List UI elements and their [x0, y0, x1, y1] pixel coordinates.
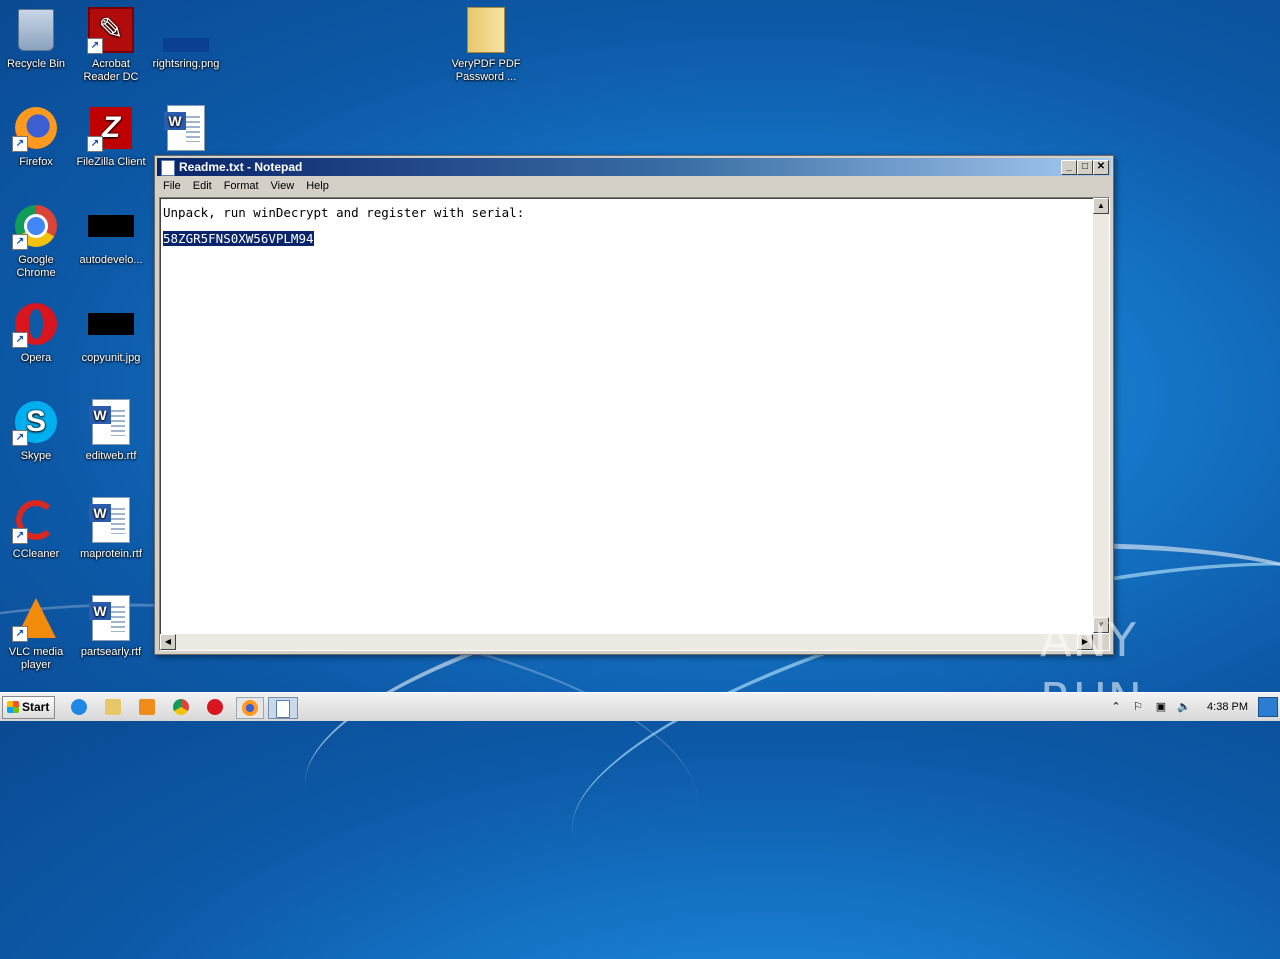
selected-serial-text[interactable]: 58ZGR5FNS0XW56VPLM94	[163, 231, 314, 246]
scroll-left-button[interactable]: ◀	[160, 634, 176, 650]
notepad-icon	[161, 160, 175, 176]
desktop-icon-maprotein[interactable]: W maprotein.rtf	[73, 496, 149, 561]
recycle-bin-icon	[18, 9, 54, 51]
shortcut-arrow-icon: ↗	[12, 528, 28, 544]
chrome-icon	[173, 699, 189, 715]
shortcut-arrow-icon: ↗	[87, 38, 103, 54]
taskbar-media-player[interactable]	[136, 697, 158, 717]
taskbar: Start ⌃ ⚐ ▣ 🔈 4:38 PM	[0, 692, 1280, 721]
desktop-icon-vlc[interactable]: ↗ VLC media player	[0, 594, 74, 672]
notepad-window[interactable]: Readme.txt - Notepad _ □ ✕ File Edit Forma…	[154, 155, 1114, 655]
network-icon[interactable]: ▣	[1154, 701, 1168, 713]
shortcut-arrow-icon: ↗	[12, 430, 28, 446]
maximize-button[interactable]: □	[1077, 160, 1093, 175]
desktop-icon-verypdf[interactable]: VeryPDF PDF Password ...	[448, 6, 524, 84]
menu-view[interactable]: View	[265, 177, 301, 196]
desktop-icon-filezilla[interactable]: Z ↗ FileZilla Client	[73, 104, 149, 169]
desktop-icon-recycle-bin[interactable]: Recycle Bin	[0, 6, 74, 71]
start-button[interactable]: Start	[2, 696, 55, 719]
shortcut-arrow-icon: ↗	[12, 136, 28, 152]
minimize-button[interactable]: _	[1061, 160, 1077, 175]
internet-explorer-icon	[71, 699, 87, 715]
desktop-icon-ccleaner[interactable]: ↗ CCleaner	[0, 496, 74, 561]
folder-icon	[105, 699, 121, 715]
desktop-icon-editweb[interactable]: W editweb.rtf	[73, 398, 149, 463]
opera-icon	[207, 699, 223, 715]
media-player-icon	[139, 699, 155, 715]
action-center-flag-icon[interactable]: ⚐	[1131, 701, 1145, 713]
shortcut-arrow-icon: ↗	[12, 626, 28, 642]
menu-help[interactable]: Help	[300, 177, 335, 196]
scroll-up-button[interactable]: ▲	[1093, 198, 1109, 214]
taskbar-firefox[interactable]	[236, 697, 264, 719]
shortcut-arrow-icon: ↗	[12, 332, 28, 348]
image-file-icon	[163, 38, 209, 52]
desktop-icon-firefox[interactable]: ↗ Firefox	[0, 104, 74, 169]
horizontal-scrollbar[interactable]: ◀ ▶	[160, 634, 1093, 650]
title-bar[interactable]: Readme.txt - Notepad _ □ ✕	[157, 158, 1111, 176]
image-file-icon	[88, 313, 134, 335]
taskbar-opera[interactable]	[204, 697, 226, 717]
desktop-icon-rightsring[interactable]: rightsring.png	[148, 6, 224, 71]
notepad-icon	[276, 700, 290, 718]
shortcut-arrow-icon: ↗	[12, 234, 28, 250]
firefox-icon	[242, 700, 258, 716]
menu-bar: File Edit Format View Help	[157, 177, 1111, 196]
word-document-icon: W	[89, 399, 130, 445]
taskbar-notepad[interactable]	[268, 697, 298, 719]
word-document-icon: W	[89, 497, 130, 543]
desktop-icon-partsearly[interactable]: W partsearly.rtf	[73, 594, 149, 659]
desktop-icon-word-doc[interactable]: W	[148, 104, 224, 156]
taskbar-chrome[interactable]	[170, 697, 192, 717]
desktop-icon-acrobat[interactable]: ✎ ↗ Acrobat Reader DC	[73, 6, 149, 84]
desktop-icon-autodevelo[interactable]: autodevelo...	[73, 202, 149, 267]
shortcut-arrow-icon: ↗	[87, 136, 103, 152]
folder-icon	[467, 7, 505, 53]
menu-file[interactable]: File	[157, 177, 187, 196]
windows-logo-icon	[7, 701, 19, 713]
desktop-icon-chrome[interactable]: ↗ Google Chrome	[0, 202, 74, 280]
anyrun-watermark: ANY RUN	[1040, 613, 1142, 727]
word-document-icon: W	[89, 595, 130, 641]
show-desktop-button[interactable]	[1258, 697, 1278, 717]
desktop-icon-skype[interactable]: S ↗ Skype	[0, 398, 74, 463]
window-title: Readme.txt - Notepad	[179, 160, 303, 174]
image-file-icon	[88, 215, 134, 237]
text-line-instructions: Unpack, run winDecrypt and register with…	[163, 205, 525, 220]
menu-edit[interactable]: Edit	[187, 177, 218, 196]
word-document-icon: W	[164, 105, 205, 151]
desktop-icon-copyunit[interactable]: copyunit.jpg	[73, 300, 149, 365]
volume-icon[interactable]: 🔈	[1177, 701, 1191, 713]
close-button[interactable]: ✕	[1093, 160, 1109, 175]
taskbar-explorer[interactable]	[102, 697, 124, 717]
show-hidden-icons-icon[interactable]: ⌃	[1109, 701, 1123, 713]
vertical-scrollbar[interactable]: ▲ ▼	[1093, 198, 1109, 633]
taskbar-ie[interactable]	[68, 697, 90, 717]
editor-content[interactable]: Unpack, run winDecrypt and register with…	[163, 200, 524, 252]
menu-format[interactable]: Format	[218, 177, 265, 196]
clock[interactable]: 4:38 PM	[1207, 701, 1248, 713]
text-editor[interactable]: Unpack, run winDecrypt and register with…	[159, 197, 1110, 651]
desktop-icon-opera[interactable]: ↗ Opera	[0, 300, 74, 365]
